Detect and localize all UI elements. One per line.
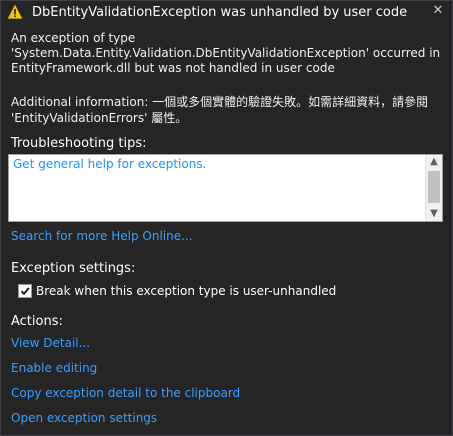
message-line: An exception of type xyxy=(11,31,136,45)
scroll-thumb[interactable] xyxy=(428,171,440,203)
break-on-unhandled-label[interactable]: Break when this exception type is user-u… xyxy=(36,284,336,298)
break-on-unhandled-checkbox[interactable] xyxy=(18,284,32,298)
view-detail-link[interactable]: View Detail... xyxy=(11,336,90,350)
checkmark-icon xyxy=(20,287,30,296)
dialog-title: DbEntityValidationException was unhandle… xyxy=(32,5,408,20)
tips-scrollbar[interactable]: ▲ ▼ xyxy=(425,155,442,221)
open-exception-settings-link[interactable]: Open exception settings xyxy=(11,411,157,425)
search-help-online-link[interactable]: Search for more Help Online... xyxy=(11,229,193,243)
troubleshooting-tips-list[interactable]: Get general help for exceptions. ▲ ▼ xyxy=(8,154,443,222)
warning-icon xyxy=(7,4,23,20)
close-icon[interactable]: ✕ xyxy=(431,4,445,18)
copy-exception-detail-link[interactable]: Copy exception detail to the clipboard xyxy=(11,386,240,400)
dialog-header: DbEntityValidationException was unhandle… xyxy=(1,1,452,25)
additional-information: Additional information: 一個或多個實體的驗證失敗。如需詳… xyxy=(11,94,441,126)
troubleshooting-title: Troubleshooting tips: xyxy=(11,136,147,151)
exception-settings-title: Exception settings: xyxy=(11,261,136,276)
exception-message: An exception of type 'System.Data.Entity… xyxy=(11,31,441,76)
additional-line: 'EntityValidationErrors' 屬性。 xyxy=(11,111,188,125)
scroll-down-icon[interactable]: ▼ xyxy=(426,207,442,221)
enable-editing-link[interactable]: Enable editing xyxy=(11,361,97,375)
additional-line: Additional information: 一個或多個實體的驗證失敗。如需詳… xyxy=(11,95,429,109)
message-line: EntityFramework.dll but was not handled … xyxy=(11,61,335,75)
actions-title: Actions: xyxy=(11,314,63,329)
scroll-up-icon[interactable]: ▲ xyxy=(426,155,442,169)
tip-link[interactable]: Get general help for exceptions. xyxy=(13,157,206,171)
exception-dialog: DbEntityValidationException was unhandle… xyxy=(0,0,453,436)
message-line: 'System.Data.Entity.Validation.DbEntityV… xyxy=(11,46,441,60)
